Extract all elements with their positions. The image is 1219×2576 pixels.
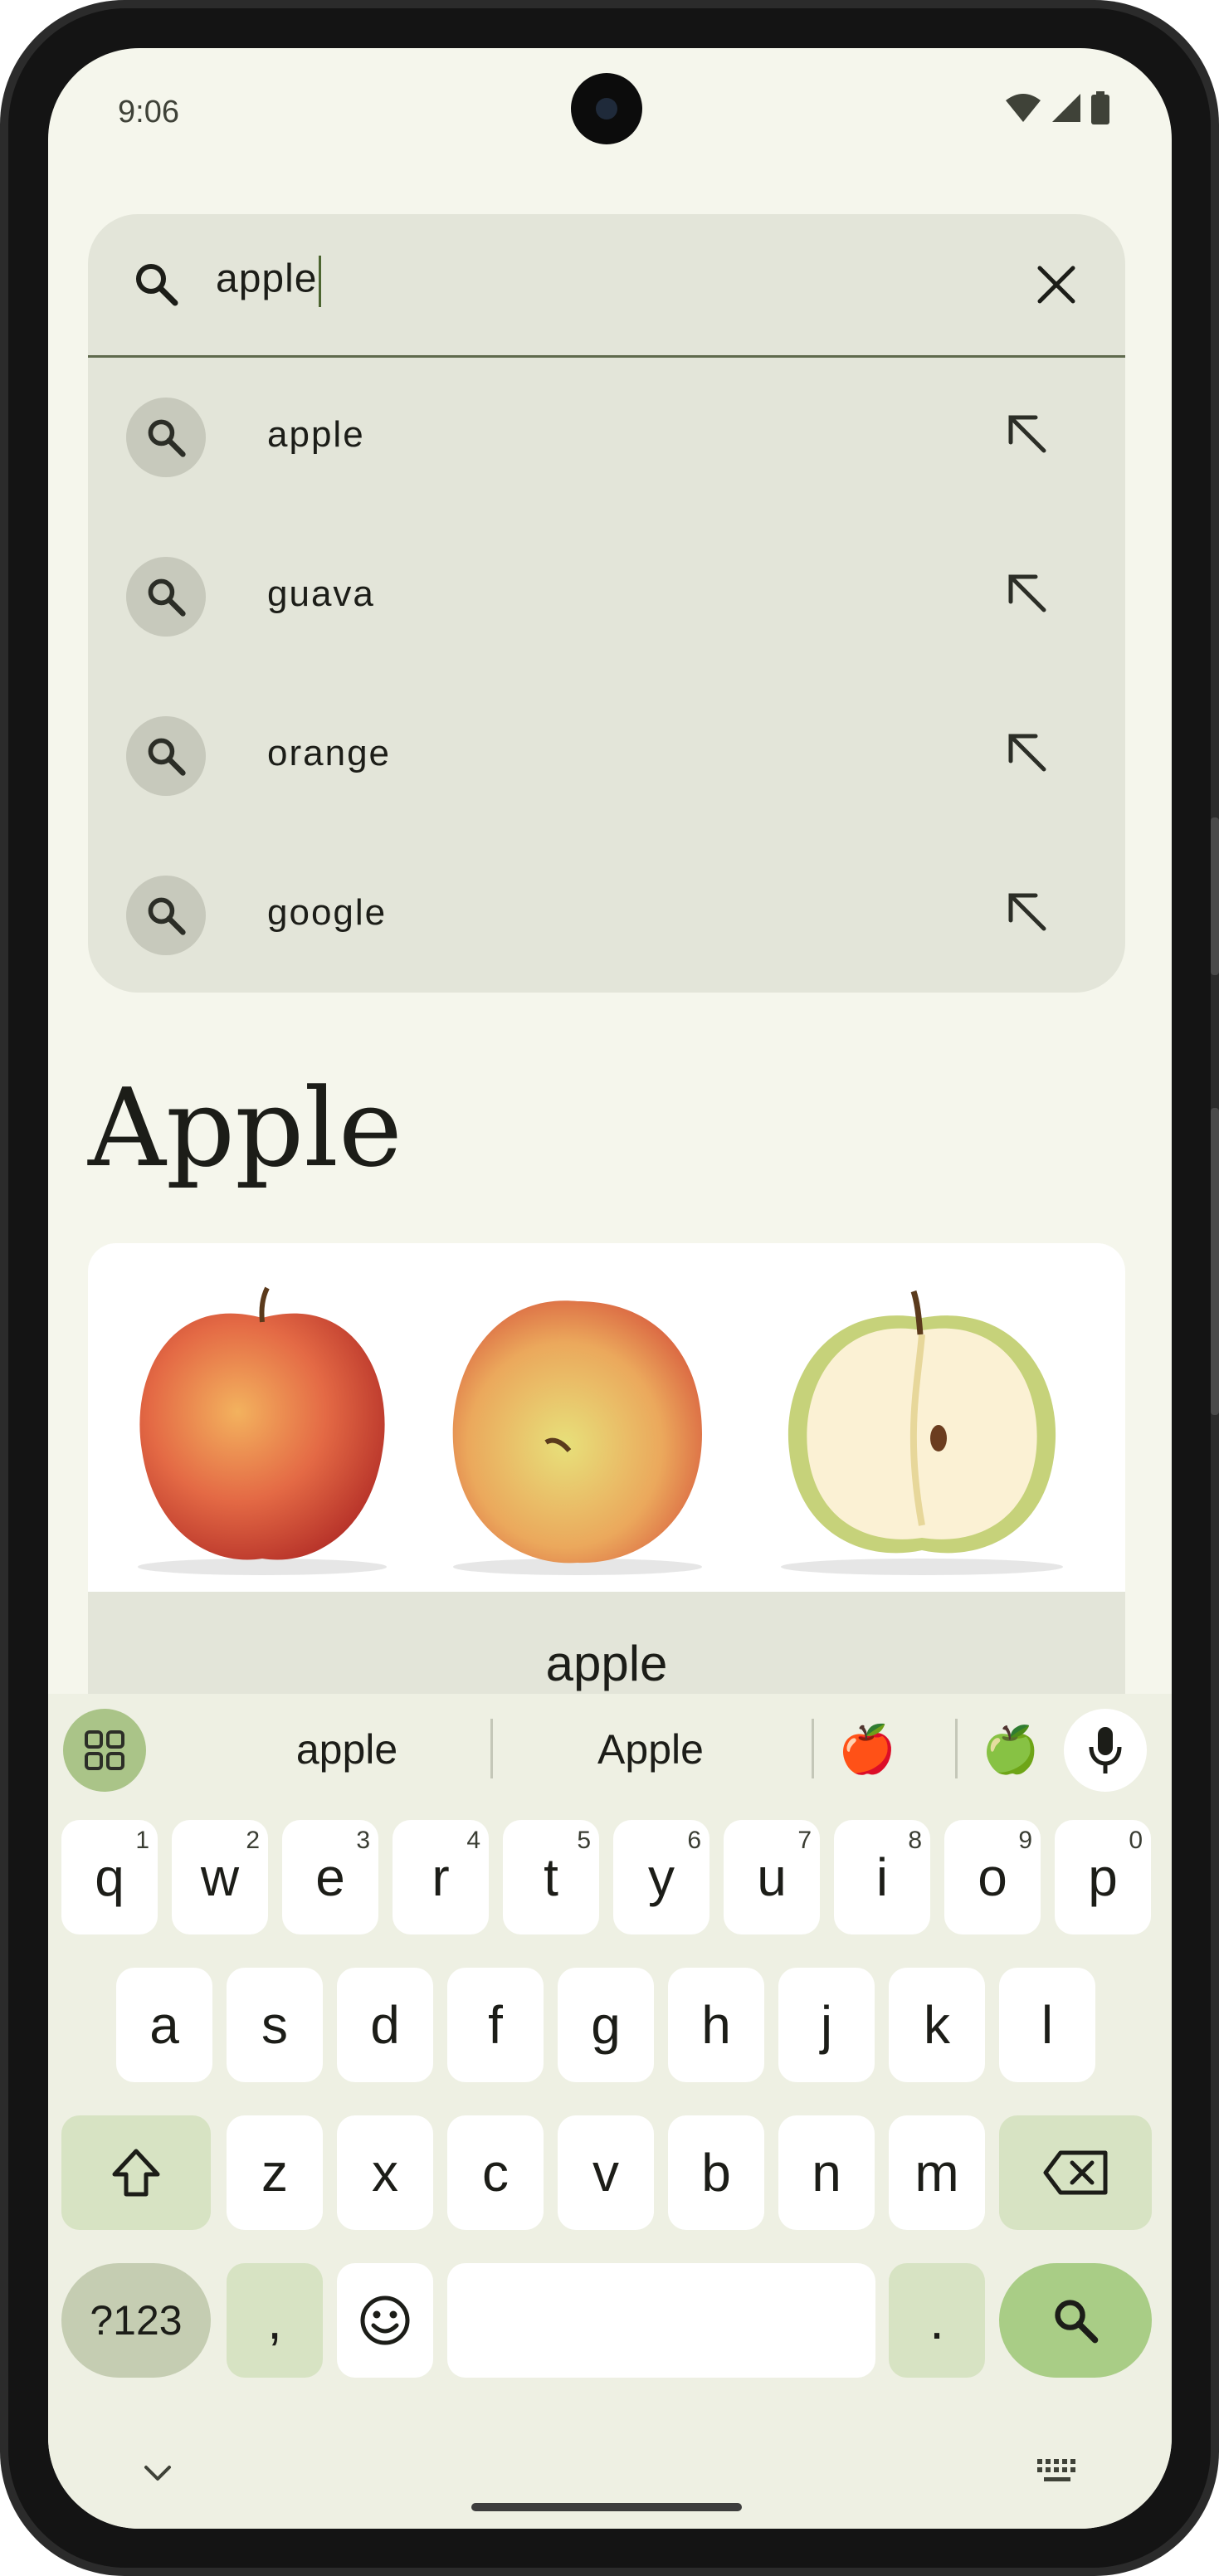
home-indicator[interactable]	[471, 2503, 742, 2511]
key-z[interactable]: z	[227, 2115, 323, 2230]
key-q[interactable]: q1	[61, 1820, 158, 1934]
search-bar[interactable]: apple	[88, 214, 1125, 355]
search-panel: apple apple guava orange google	[88, 214, 1125, 993]
key-m[interactable]: m	[889, 2115, 985, 2230]
fill-query-arrow-icon[interactable]	[1001, 726, 1054, 779]
key-h[interactable]: h	[668, 1968, 764, 2082]
key-u[interactable]: u7	[724, 1820, 820, 1934]
suggestion-label: guava	[267, 573, 375, 614]
keyboard-switcher-icon[interactable]	[1036, 2456, 1080, 2486]
shift-key[interactable]	[61, 2115, 211, 2230]
key-t[interactable]: t5	[503, 1820, 599, 1934]
key-a[interactable]: a	[116, 1968, 212, 2082]
volume-button	[1211, 817, 1219, 975]
power-button	[1211, 1108, 1219, 1415]
grid-icon	[85, 1730, 124, 1770]
battery-icon	[1091, 91, 1109, 124]
key-v[interactable]: v	[558, 2115, 654, 2230]
smiley-icon	[360, 2295, 410, 2345]
result-card[interactable]: apple	[88, 1243, 1125, 1708]
suggestion-label: orange	[267, 733, 392, 773]
key-x[interactable]: x	[337, 2115, 433, 2230]
suggestion-item[interactable]: orange	[88, 676, 1125, 834]
chevron-down-icon[interactable]	[141, 2461, 174, 2484]
suggestion-item[interactable]: apple	[88, 358, 1125, 515]
backspace-key[interactable]	[999, 2115, 1152, 2230]
key-g[interactable]: g	[558, 1968, 654, 2082]
signal-icon	[1052, 94, 1080, 122]
comma-key[interactable]: ,	[227, 2263, 323, 2378]
strip-divider	[812, 1719, 814, 1778]
search-query: apple	[216, 256, 318, 301]
fill-query-arrow-icon[interactable]	[1001, 567, 1054, 620]
keyboard-suggestion-emoji[interactable]: 🍎	[838, 1722, 896, 1777]
voice-input-button[interactable]	[1064, 1709, 1147, 1792]
key-j[interactable]: j	[778, 1968, 875, 2082]
suggestion-search-icon	[126, 398, 206, 477]
key-i[interactable]: i8	[834, 1820, 930, 1934]
search-action-key[interactable]	[999, 2263, 1152, 2378]
key-r[interactable]: r4	[393, 1820, 489, 1934]
status-icons	[1004, 91, 1110, 124]
key-b[interactable]: b	[668, 2115, 764, 2230]
key-w[interactable]: w2	[172, 1820, 268, 1934]
screen: 9:06 apple apple guava orange google App…	[48, 48, 1172, 2529]
fill-query-arrow-icon[interactable]	[1001, 407, 1054, 461]
suggestion-item[interactable]: guava	[88, 517, 1125, 675]
key-c[interactable]: c	[447, 2115, 544, 2230]
close-icon[interactable]	[1036, 264, 1077, 305]
key-f[interactable]: f	[447, 1968, 544, 2082]
suggestion-search-icon	[126, 716, 206, 796]
strip-divider	[490, 1719, 493, 1778]
apple-image-halved	[781, 1290, 1063, 1575]
key-n[interactable]: n	[778, 2115, 875, 2230]
keyboard-suggestion-strip: apple Apple 🍎 🍏	[48, 1694, 1172, 1802]
symbols-key[interactable]: ?123	[61, 2263, 211, 2378]
key-e[interactable]: e3	[282, 1820, 378, 1934]
key-k[interactable]: k	[889, 1968, 985, 2082]
key-s[interactable]: s	[227, 1968, 323, 2082]
search-icon	[1055, 2300, 1099, 2344]
space-key[interactable]	[447, 2263, 875, 2378]
shift-icon	[112, 2149, 160, 2197]
key-o[interactable]: o9	[944, 1820, 1041, 1934]
emoji-key[interactable]	[337, 2263, 433, 2378]
backspace-icon	[1043, 2150, 1108, 2195]
strip-divider	[955, 1719, 958, 1778]
keyboard: apple Apple 🍎 🍏 q1 w2 e3 r4 t5 y6 u7 i8 …	[48, 1694, 1172, 2529]
result-title: Apple	[88, 1065, 402, 1191]
suggestion-label: apple	[267, 414, 365, 455]
search-input[interactable]: apple	[216, 256, 322, 307]
key-y[interactable]: y6	[613, 1820, 709, 1934]
microphone-icon	[1089, 1727, 1122, 1773]
suggestion-label: google	[267, 892, 388, 933]
wifi-icon	[1006, 94, 1041, 122]
key-l[interactable]: l	[999, 1968, 1095, 2082]
result-caption: apple	[545, 1636, 668, 1691]
keyboard-suggestion-word[interactable]: apple	[206, 1725, 488, 1773]
suggestion-item[interactable]: google	[88, 836, 1125, 993]
keyboard-suggestion-word[interactable]: Apple	[510, 1725, 792, 1773]
key-p[interactable]: p0	[1055, 1820, 1151, 1934]
fill-query-arrow-icon[interactable]	[1001, 886, 1054, 939]
search-icon	[136, 264, 178, 306]
keyboard-bottom-bar	[48, 2424, 1172, 2529]
apple-image-whole-front	[138, 1286, 387, 1575]
result-caption-bar: apple	[88, 1592, 1125, 1708]
apple-image-whole-bottom	[452, 1300, 702, 1575]
suggestion-search-icon	[126, 557, 206, 637]
text-caret	[319, 256, 322, 307]
key-d[interactable]: d	[337, 1968, 433, 2082]
period-key[interactable]: .	[889, 2263, 985, 2378]
apps-grid-button[interactable]	[63, 1709, 146, 1792]
suggestion-search-icon	[126, 876, 206, 955]
front-camera	[571, 73, 642, 144]
status-time: 9:06	[118, 95, 179, 129]
keyboard-suggestion-emoji[interactable]: 🍏	[982, 1722, 1040, 1777]
